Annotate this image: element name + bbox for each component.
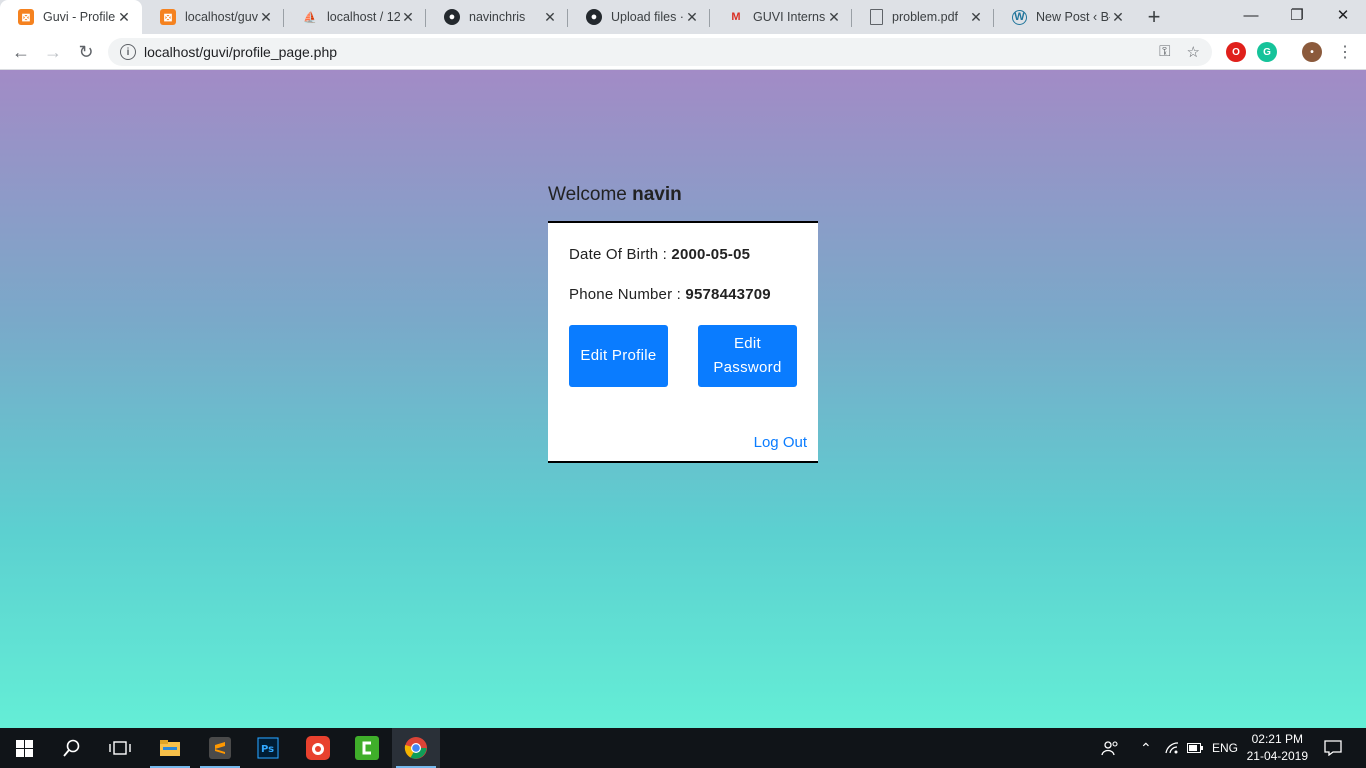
chrome-icon[interactable] [392,728,440,768]
taskbar: Ps ⌃ ENG 02:21 PM 21-04-2019 [0,728,1366,768]
file-icon [870,9,883,25]
welcome-heading: Welcome navin [548,184,682,206]
opera-extension-icon[interactable]: O [1226,42,1246,62]
more-menu-icon[interactable]: ⋮ [1333,40,1357,64]
tab-localhost-guvi[interactable]: ⊠ localhost/guvi/ ✕ [142,0,284,34]
phpmyadmin-icon: ⛵ [303,11,317,24]
camtasia-icon[interactable] [343,728,391,768]
search-icon[interactable] [48,728,96,768]
key-icon[interactable]: ⚿ [1159,43,1170,61]
tab-title: localhost / 127 [327,10,400,24]
logout-link[interactable]: Log Out [754,434,807,451]
tab-title: problem.pdf [892,10,959,24]
close-icon[interactable]: ✕ [684,9,700,26]
wifi-icon[interactable] [1164,728,1180,768]
chevron-up-icon[interactable]: ⌃ [1140,728,1152,768]
profile-card: Date Of Birth : 2000-05-05 Phone Number … [548,221,818,463]
tab-wordpress[interactable]: W New Post ‹ B-T ✕ [994,0,1136,34]
gmail-icon: M [731,11,741,23]
windows-start-icon[interactable] [0,728,48,768]
app-icon[interactable] [294,728,342,768]
phone-value: 9578443709 [685,286,771,303]
dob-value: 2000-05-05 [671,246,751,263]
address-bar[interactable]: i localhost/guvi/profile_page.php ⚿ ☆ [108,38,1212,66]
tab-title: Guvi - Profile P [43,10,116,24]
tab-phpmyadmin[interactable]: ⛵ localhost / 127 ✕ [284,0,426,34]
phone-label: Phone Number : [569,286,682,303]
tab-title: GUVI Internshi [753,10,826,24]
dob-label: Date Of Birth : [569,246,668,263]
grammarly-extension-icon[interactable]: G [1257,42,1277,62]
github-icon: ● [444,9,460,25]
tab-guvi-profile[interactable]: ⊠ Guvi - Profile P ✕ [0,0,142,34]
back-arrow-icon[interactable]: ← [9,40,33,64]
xampp-icon: ⊠ [18,9,34,25]
browser-toolbar: ← → ↻ i localhost/guvi/profile_page.php … [0,34,1366,70]
welcome-prefix: Welcome [548,184,627,205]
photoshop-icon[interactable]: Ps [244,728,292,768]
tab-gmail[interactable]: M GUVI Internshi ✕ [710,0,852,34]
task-view-icon[interactable] [96,728,144,768]
url-text[interactable]: localhost/guvi/profile_page.php [144,44,337,60]
restore-icon[interactable]: ❐ [1274,0,1320,30]
reload-icon[interactable]: ↻ [74,40,98,64]
date-text: 21-04-2019 [1246,749,1308,763]
file-explorer-icon[interactable] [146,728,194,768]
tab-title: Upload files · n [611,10,684,24]
close-window-icon[interactable]: ✕ [1320,0,1366,30]
phone-row: Phone Number : 9578443709 [569,286,771,303]
clock[interactable]: 02:21 PM 21-04-2019 [1247,731,1308,765]
tab-github-upload[interactable]: ● Upload files · n ✕ [568,0,710,34]
sublime-text-icon[interactable] [196,728,244,768]
github-icon: ● [586,9,602,25]
notification-icon[interactable] [1324,728,1342,768]
language-indicator[interactable]: ENG [1212,728,1238,768]
dob-row: Date Of Birth : 2000-05-05 [569,246,750,263]
tab-title: New Post ‹ B-T [1036,10,1110,24]
tab-problem-pdf[interactable]: problem.pdf ✕ [852,0,994,34]
page-background: Welcome navin Date Of Birth : 2000-05-05… [0,70,1366,728]
info-icon[interactable]: i [120,44,136,60]
minimize-icon[interactable]: — [1228,0,1274,30]
close-icon[interactable]: ✕ [258,9,274,26]
star-icon[interactable]: ☆ [1187,43,1200,61]
edit-password-button[interactable]: Edit Password [698,325,797,387]
window-controls: — ❐ ✕ [1228,0,1366,30]
time-text: 02:21 PM [1251,732,1303,746]
close-icon[interactable]: ✕ [542,9,558,26]
battery-icon[interactable] [1187,728,1203,768]
username: navin [632,184,682,205]
close-icon[interactable]: ✕ [116,9,132,26]
close-icon[interactable]: ✕ [826,9,842,26]
tab-title: localhost/guvi/ [185,10,258,24]
close-icon[interactable]: ✕ [1110,9,1126,26]
edit-profile-button[interactable]: Edit Profile [569,325,668,387]
tab-title: navinchris [469,10,526,24]
tab-strip: ⊠ Guvi - Profile P ✕ ⊠ localhost/guvi/ ✕… [0,0,1366,34]
forward-arrow-icon[interactable]: → [41,40,65,64]
close-icon[interactable]: ✕ [400,9,416,26]
tab-github-navinchris[interactable]: ● navinchris ✕ [426,0,568,34]
wordpress-icon: W [1012,9,1027,25]
people-icon[interactable] [1101,728,1119,768]
xampp-icon: ⊠ [160,9,176,25]
close-icon[interactable]: ✕ [968,9,984,26]
avatar[interactable]: • [1302,42,1322,62]
svg-text:Ps: Ps [261,744,274,755]
new-tab-button[interactable]: + [1136,0,1172,34]
